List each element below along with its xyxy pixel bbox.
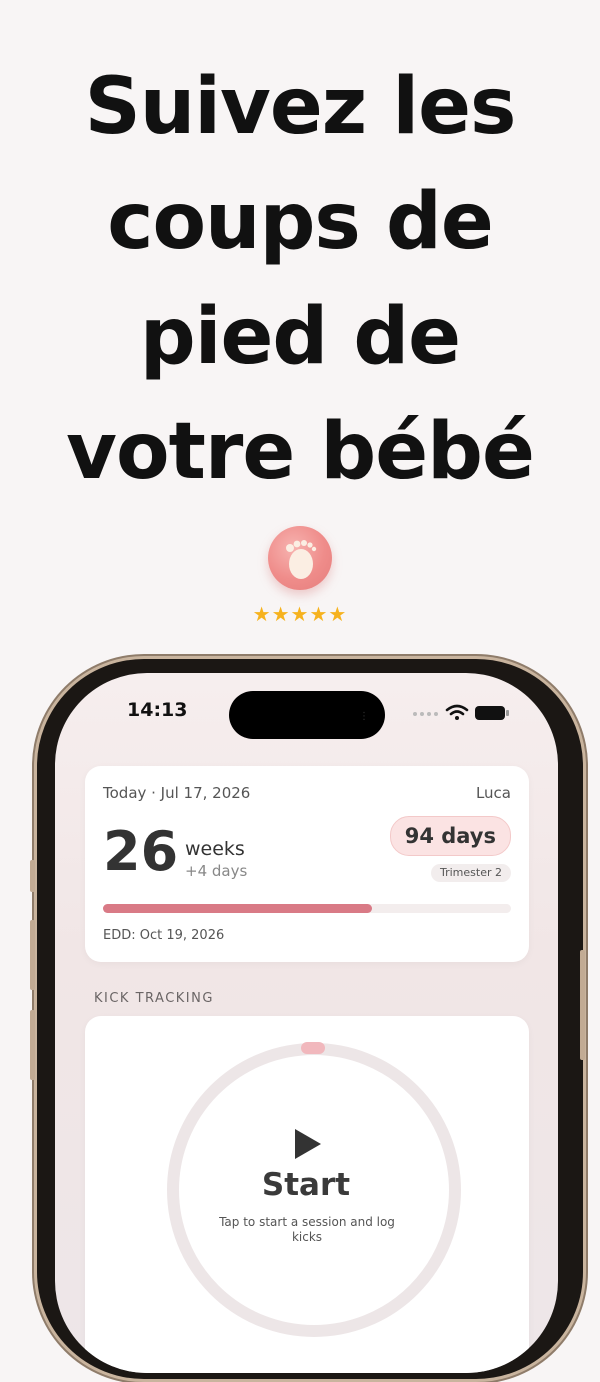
- app-logo: [268, 526, 332, 590]
- extra-days: +4 days: [185, 862, 248, 880]
- due-date: EDD: Oct 19, 2026: [103, 928, 225, 943]
- status-time: 14:13: [127, 699, 188, 721]
- play-icon: [295, 1129, 321, 1159]
- days-remaining-badge: 94 days: [389, 816, 511, 856]
- trimester-badge: Trimester 2: [431, 864, 511, 882]
- phone-screen: 14:13 ⋮ Today · Jul 17, 2026 Luca 26 wee…: [55, 673, 558, 1373]
- battery-icon: [475, 706, 509, 720]
- headline-line: coups de: [107, 177, 494, 267]
- weeks-label: weeks: [185, 838, 245, 860]
- start-hint: Tap to start a session and log kicks: [219, 1215, 395, 1244]
- headline-line: Suivez les: [84, 62, 517, 152]
- baby-foot-icon: [286, 540, 317, 579]
- volume-down-button: [30, 1010, 35, 1080]
- volume-up-button: [30, 920, 35, 990]
- ring-progress-marker: [301, 1042, 325, 1054]
- headline-line: votre bébé: [66, 407, 535, 497]
- headline-line: pied de: [139, 292, 461, 382]
- weeks-number: 26: [103, 820, 179, 883]
- section-title-kick-tracking: KICK TRACKING: [94, 991, 214, 1006]
- pregnancy-card[interactable]: Today · Jul 17, 2026 Luca 26 weeks +4 da…: [85, 766, 529, 962]
- headline: Suivez les coups de pied de votre bébé: [0, 50, 600, 510]
- start-label: Start: [261, 1167, 351, 1203]
- wifi-icon: [445, 704, 469, 720]
- signal-dots-icon: [413, 712, 438, 716]
- pregnancy-progress-bar: [103, 904, 511, 913]
- power-button: [580, 950, 585, 1060]
- mute-switch: [30, 860, 35, 892]
- pregnancy-progress-fill: [103, 904, 373, 913]
- dynamic-island: ⋮: [229, 691, 385, 739]
- camera-dot: ⋮: [359, 711, 369, 722]
- today-date: Today · Jul 17, 2026: [103, 784, 251, 802]
- status-icons: [411, 701, 511, 725]
- user-name: Luca: [475, 784, 511, 802]
- rating-stars: ★★★★★: [252, 602, 348, 626]
